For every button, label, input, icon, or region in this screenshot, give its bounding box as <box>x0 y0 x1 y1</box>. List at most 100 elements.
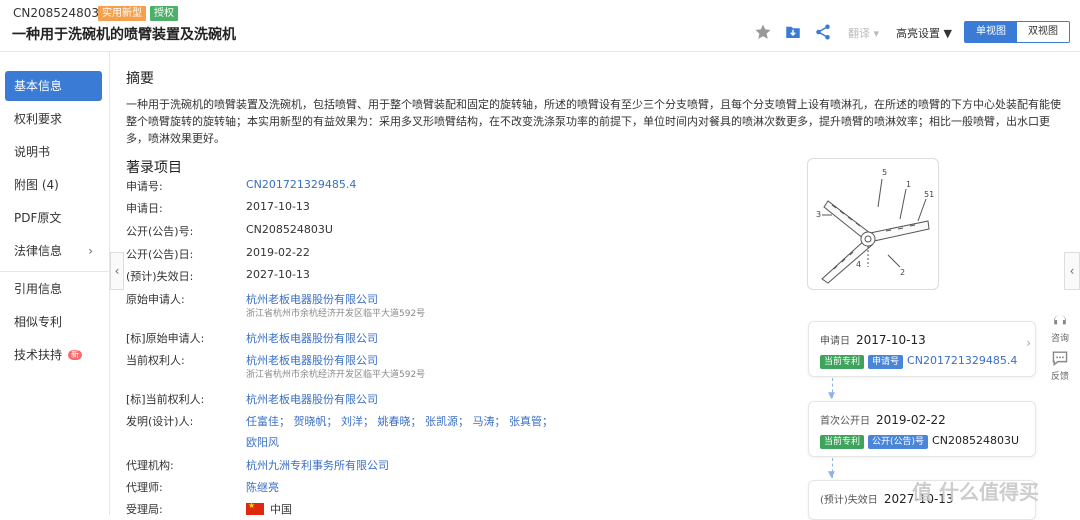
feedback-label: 反馈 <box>1050 372 1069 382</box>
sidebar: 基本信息 权利要求 说明书 附图 (4) PDF原文 法律信息 › 引用信息 相似… <box>0 52 110 515</box>
status-badge: 授权 <box>150 6 178 21</box>
timeline-pub-no: CN208524803U <box>932 434 1019 447</box>
publication-number: CN208524803U <box>13 6 108 20</box>
chevron-left-icon: ‹ <box>114 264 120 278</box>
timeline-card-publication[interactable]: 首次公开日 2019-02-22 当前专利 公开(公告)号 CN208524803U <box>808 401 1036 457</box>
timeline-date-row: 首次公开日 2019-02-22 <box>820 412 946 427</box>
inventor-link[interactable]: 欧阳风 <box>246 434 279 450</box>
figure-label: 3 <box>816 210 821 219</box>
arrow-down-icon: ▼ <box>828 391 835 401</box>
figure-label: 1 <box>906 180 911 189</box>
highlight-settings-label: 高亮设置 <box>896 27 940 40</box>
timeline-card-application[interactable]: 申请日 2017-10-13 当前专利 申请号 CN201721329485.4 › <box>808 321 1036 377</box>
chat-bubble-icon <box>1052 351 1068 367</box>
sidebar-item-label: 附图 (4) <box>14 178 59 192</box>
orig-applicant-label: 原始申请人: <box>126 293 185 306</box>
sidebar-item-legal-info[interactable]: 法律信息 › <box>5 236 102 266</box>
inventors-label: 发明(设计)人: <box>126 415 194 428</box>
agency-label: 代理机构: <box>126 459 174 472</box>
timeline-date-row: 申请日 2017-10-13 <box>820 332 926 347</box>
abstract-text: 一种用于洗碗机的喷臂装置及洗碗机，包括喷臂、用于整个喷臂装配和固定的旋转轴，所述… <box>126 98 1061 145</box>
timeline-tags-row: 当前专利 公开(公告)号 CN208524803U <box>820 434 1019 449</box>
sidebar-item-label: 引用信息 <box>14 282 63 296</box>
agency-link[interactable]: 杭州九洲专利事务所有限公司 <box>246 457 389 473</box>
page-title: 一种用于洗碗机的喷臂装置及洗碗机 <box>12 27 236 43</box>
chevron-left-icon: ‹ <box>1069 264 1075 278</box>
figure-label: 4 <box>856 260 861 269</box>
chevron-right-icon: › <box>1026 336 1031 350</box>
pub-date-label: 公开(公告)日: <box>126 248 194 261</box>
watermark: 值 什么值得买 <box>912 480 1039 504</box>
sidebar-item-tech-support[interactable]: 技术扶持新 <box>5 340 102 370</box>
timeline-tags-row: 当前专利 申请号 CN201721329485.4 <box>820 354 1017 369</box>
timeline-date: 2019-02-22 <box>876 413 946 427</box>
china-flag-icon <box>246 501 264 515</box>
star-icon[interactable] <box>754 23 774 43</box>
assignee-address: 浙江省杭州市余杭经济开发区临平大道592号 <box>246 370 426 380</box>
sidebar-item-description[interactable]: 说明书 <box>5 137 102 167</box>
double-view-button[interactable]: 双视图 <box>1017 22 1069 42</box>
new-badge: 新 <box>68 350 83 360</box>
inventors-links[interactable]: 任富佳； 贺晓帆； 刘洋； 姚春晓； 张凯源； 马涛； 张真管； <box>246 413 553 429</box>
sidebar-item-basic-info[interactable]: 基本信息 <box>5 71 102 101</box>
timeline-date-label: 首次公开日 <box>820 416 870 427</box>
figure-label: 2 <box>900 268 905 277</box>
chevron-down-icon: ▾ <box>873 27 880 40</box>
caret-down-icon: ▼ <box>943 27 952 40</box>
std-assignee-link[interactable]: 杭州老板电器股份有限公司 <box>246 391 378 407</box>
patent-type-badge: 实用新型 <box>98 6 146 21</box>
app-no-tag: 申请号 <box>868 355 904 369</box>
translate-dropdown[interactable]: 翻译 ▾ <box>848 25 879 41</box>
expiry-value: 2027-10-13 <box>246 268 310 281</box>
orig-applicant-address: 浙江省杭州市余杭经济开发区临平大道592号 <box>246 309 426 319</box>
app-no-link[interactable]: CN201721329485.4 <box>246 178 356 191</box>
consult-button[interactable]: 咨询 <box>1040 312 1080 344</box>
pub-no-label: 公开(公告)号: <box>126 225 194 238</box>
pub-date-value: 2019-02-22 <box>246 246 310 259</box>
std-orig-applicant-label: [标]原始申请人: <box>126 332 205 345</box>
headset-icon <box>1054 314 1066 325</box>
assignee-label: 当前权利人: <box>126 354 185 367</box>
sidebar-item-label: 说明书 <box>14 145 51 159</box>
app-date-label: 申请日: <box>126 202 163 215</box>
sidebar-item-label: 基本信息 <box>14 79 63 93</box>
chevron-right-icon: › <box>88 244 93 258</box>
arrow-down-icon: ▼ <box>828 470 835 480</box>
consult-label: 咨询 <box>1050 334 1069 344</box>
sidebar-divider <box>0 271 110 272</box>
view-toggle: 单视图 双视图 <box>964 21 1070 43</box>
sidebar-item-pdf[interactable]: PDF原文 <box>5 203 102 233</box>
single-view-button[interactable]: 单视图 <box>965 22 1017 42</box>
figure-label: 5 <box>882 168 887 177</box>
sidebar-item-citations[interactable]: 引用信息 <box>5 274 102 304</box>
feedback-button[interactable]: 反馈 <box>1040 350 1080 382</box>
collapse-sidebar-button[interactable]: ‹ <box>110 252 124 290</box>
office-name: 中国 <box>270 503 292 516</box>
abstract-heading: 摘要 <box>126 71 154 87</box>
page-header: CN208524803U 实用新型 授权 一种用于洗碗机的喷臂装置及洗碗机 翻译… <box>0 0 1080 52</box>
sidebar-item-drawings[interactable]: 附图 (4) <box>5 170 102 200</box>
sidebar-item-claims[interactable]: 权利要求 <box>5 104 102 134</box>
expiry-label: (预计)失效日: <box>126 270 194 283</box>
figure-label: 51 <box>924 190 934 199</box>
timeline-date-label: 申请日 <box>820 336 850 347</box>
std-assignee-label: [标]当前权利人: <box>126 393 205 406</box>
translate-label: 翻译 <box>848 27 870 40</box>
app-no-label: 申请号: <box>126 180 163 193</box>
timeline-date-label: (预计)失效日 <box>820 495 878 506</box>
orig-applicant-link[interactable]: 杭州老板电器股份有限公司 <box>246 291 378 307</box>
std-orig-applicant-link[interactable]: 杭州老板电器股份有限公司 <box>246 330 378 346</box>
assignee-link[interactable]: 杭州老板电器股份有限公司 <box>246 352 378 368</box>
sidebar-item-similar[interactable]: 相似专利 <box>5 307 102 337</box>
download-icon[interactable] <box>784 23 804 43</box>
expand-panel-button[interactable]: ‹ <box>1064 252 1080 290</box>
timeline-app-no-link[interactable]: CN201721329485.4 <box>907 354 1017 367</box>
agent-link[interactable]: 陈继亮 <box>246 479 279 495</box>
sidebar-item-label: 技术扶持 <box>14 348 63 362</box>
share-icon[interactable] <box>814 23 834 43</box>
sidebar-item-label: 法律信息 <box>14 244 63 258</box>
sidebar-item-label: PDF原文 <box>14 211 62 225</box>
app-date-value: 2017-10-13 <box>246 200 310 213</box>
highlight-settings-dropdown[interactable]: 高亮设置 ▼ <box>896 25 952 41</box>
patent-drawing-thumbnail[interactable]: 5 1 51 3 4 2 <box>807 158 939 290</box>
